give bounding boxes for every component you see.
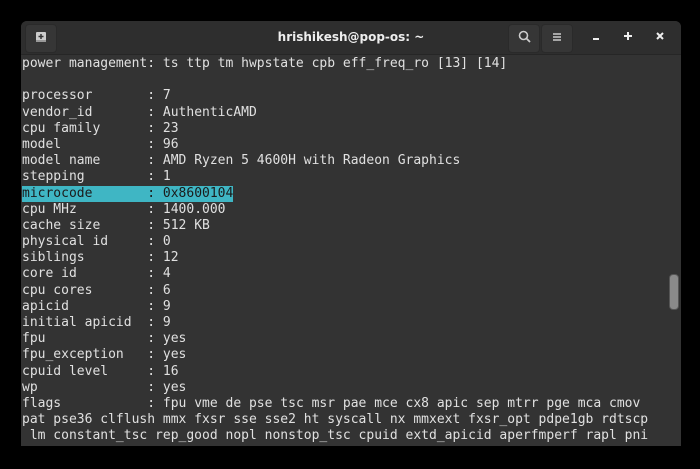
terminal-window: hrishikesh@pop-os: ~ power management: t… (21, 21, 681, 446)
line-text: processor : 7 (22, 88, 171, 104)
terminal-line: pat pse36 clflush mmx fxsr sse sse2 ht s… (22, 412, 667, 428)
close-button[interactable] (645, 24, 675, 51)
terminal-line: cpu MHz : 1400.000 (22, 202, 667, 218)
terminal-line: flags : fpu vme de pse tsc msr pae mce c… (22, 396, 667, 412)
hamburger-menu-icon (552, 31, 562, 46)
title-bar: hrishikesh@pop-os: ~ (21, 21, 681, 55)
maximize-icon (623, 30, 633, 45)
terminal-line: cpu cores : 6 (22, 283, 667, 299)
terminal-line: cpu family : 23 (22, 121, 667, 137)
terminal-line: siblings : 12 (22, 250, 667, 266)
menu-button[interactable] (541, 24, 573, 53)
terminal-line: vendor_id : AuthenticAMD (22, 105, 667, 121)
line-text: pat pse36 clflush mmx fxsr sse sse2 ht s… (22, 412, 649, 428)
terminal-line: processor : 7 (22, 88, 667, 104)
terminal-line: microcode : 0x8600104 (22, 185, 667, 202)
maximize-button[interactable] (613, 24, 643, 51)
terminal-line: wp : yes (22, 380, 667, 396)
terminal-line: cpuid level : 16 (22, 364, 667, 380)
terminal-line: fpu : yes (22, 331, 667, 347)
line-text: wp : yes (22, 379, 187, 395)
line-text: cache size : 512 KB (22, 217, 210, 233)
line-text: model : 96 (22, 136, 179, 152)
line-text: apicid : 9 (22, 298, 171, 314)
line-text: vendor_id : AuthenticAMD (22, 104, 257, 120)
terminal-line: lm constant_tsc rep_good nopl nonstop_ts… (22, 428, 667, 444)
search-icon (518, 30, 531, 47)
line-text: physical id : 0 (22, 234, 171, 250)
terminal-line: power management: ts ttp tm hwpstate cpb… (22, 56, 667, 72)
terminal-line: physical id : 0 (22, 234, 667, 250)
line-text: cpu MHz : 1400.000 (22, 201, 226, 217)
terminal-line: model name : AMD Ryzen 5 4600H with Rade… (22, 153, 667, 169)
line-text: initial apicid : 9 (22, 315, 171, 330)
selected-text: microcode : 0x8600104 (22, 185, 234, 202)
scrollbar-thumb[interactable] (669, 274, 679, 310)
terminal-output[interactable]: power management: ts ttp tm hwpstate cpb… (22, 56, 667, 446)
line-text: model name : AMD Ryzen 5 4600H with Rade… (22, 153, 461, 169)
terminal-line: model : 96 (22, 137, 667, 153)
line-text: core id : 4 (22, 266, 171, 282)
terminal-line: apicid : 9 (22, 299, 667, 315)
close-icon (655, 30, 665, 45)
line-text: lm constant_tsc rep_good nopl nonstop_ts… (22, 428, 649, 444)
line-text: cpuid level : 16 (22, 363, 179, 379)
line-text: flags : fpu vme de pse tsc msr pae mce c… (22, 395, 641, 411)
line-text: fpu_exception : yes (22, 347, 187, 363)
line-text: fpu : yes (22, 331, 187, 347)
terminal-line: core id : 4 (22, 266, 667, 282)
line-text: stepping : 1 (22, 169, 171, 185)
minimize-button[interactable] (581, 24, 611, 51)
line-text: cpu cores : 6 (22, 282, 171, 298)
terminal-line: initial apicid : 9 (22, 315, 667, 331)
line-text: cpu family : 23 (22, 120, 179, 136)
minimize-icon (591, 30, 601, 45)
search-button[interactable] (508, 24, 540, 53)
line-text: power management: ts ttp tm hwpstate cpb… (22, 56, 508, 71)
line-text: siblings : 12 (22, 250, 179, 266)
terminal-line: cache size : 512 KB (22, 218, 667, 234)
terminal-line: fpu_exception : yes (22, 347, 667, 363)
terminal-line: stepping : 1 (22, 169, 667, 185)
